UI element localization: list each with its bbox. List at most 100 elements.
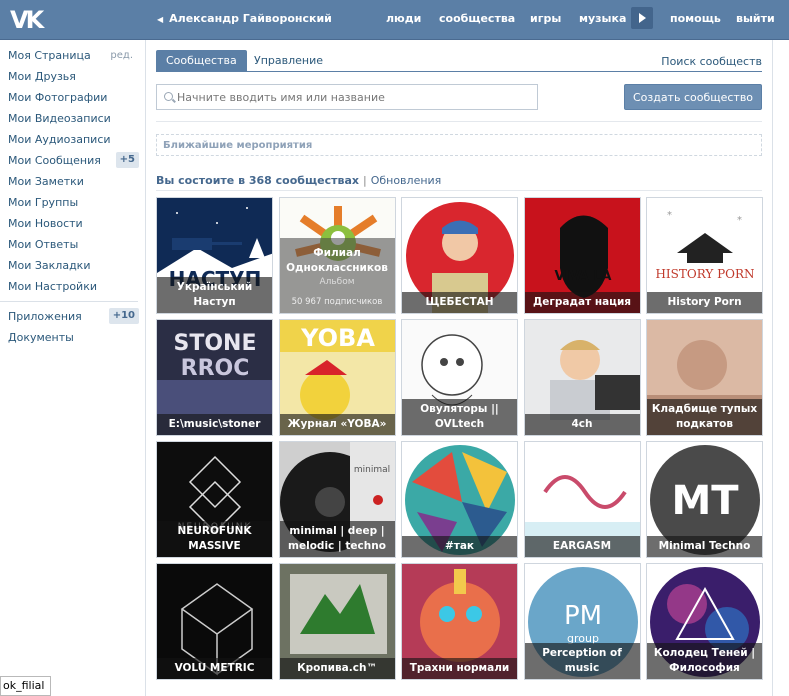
edit-link[interactable]: ред. <box>110 47 133 64</box>
group-tile[interactable]: NEUROFUNKNEUROFUNK MASSIVE <box>156 441 273 558</box>
group-tile[interactable]: Кропива.ch™ <box>278 563 396 680</box>
sidebar-item[interactable]: Мои Аудиозаписи <box>0 131 145 152</box>
sidebar-item[interactable]: Мои Видеозаписи <box>0 110 145 131</box>
sidebar-item[interactable]: Мои Сообщения +5 <box>0 152 145 173</box>
sidebar-item[interactable]: Мои Группы <box>0 194 145 215</box>
svg-text:MT: MT <box>671 478 739 524</box>
group-name: History Porn <box>647 292 762 313</box>
group-name: Кладбище тупых подкатов <box>647 399 762 435</box>
upcoming-events[interactable]: Ближайшие мероприятия <box>156 134 762 156</box>
svg-text:STONE: STONE <box>174 331 257 356</box>
sidebar-item-label: Мои Видеозаписи <box>8 112 111 125</box>
divider <box>156 190 762 191</box>
group-tile[interactable]: #так <box>401 441 518 558</box>
svg-text:RROC: RROC <box>181 356 250 381</box>
tab-manage[interactable]: Управление <box>244 50 333 72</box>
divider <box>772 40 773 696</box>
search-field[interactable] <box>156 84 538 110</box>
svg-text:minimal: minimal <box>353 465 389 475</box>
sidebar-item-label: Мои Группы <box>8 196 79 209</box>
sidebar-item-label: Мои Фотографии <box>8 91 108 104</box>
sidebar-item[interactable]: Документы <box>0 329 145 350</box>
play-icon[interactable] <box>631 7 653 29</box>
sidebar: Моя Страница ред. Мои Друзья Мои Фотографии… <box>0 47 145 350</box>
sidebar-item-label: Мои Заметки <box>8 175 84 188</box>
group-tile[interactable]: Филиал Одноклассников Альбом 50 967 подпис… <box>278 197 396 314</box>
group-tile[interactable]: EARGASM <box>523 441 641 558</box>
sidebar-item[interactable]: Мои Заметки <box>0 173 145 194</box>
group-tile[interactable]: Колодец Теней | Философия <box>646 563 763 680</box>
sidebar-item[interactable]: Мои Ответы <box>0 236 145 257</box>
sidebar-item[interactable]: Мои Друзья <box>0 68 145 89</box>
svg-text:*: * <box>667 210 672 221</box>
updates-link[interactable]: Обновления <box>371 174 442 187</box>
sidebar-item[interactable]: Приложения +10 <box>0 308 145 329</box>
group-name: #так <box>402 536 517 557</box>
group-type: Альбом <box>319 277 355 287</box>
sidebar-item-label: Приложения <box>8 310 82 323</box>
group-tile[interactable]: Кладбище тупых подкатов <box>646 319 763 436</box>
sidebar-item[interactable]: Мои Закладки <box>0 257 145 278</box>
group-name: Деградат нация <box>524 292 640 313</box>
sidebar-item-label: Мои Настройки <box>8 280 97 293</box>
groups-count-title[interactable]: Вы состоите в 368 сообществах <box>156 174 359 187</box>
group-tile[interactable]: НАСТУПУкраїнський Наступ <box>156 197 273 314</box>
group-name: ЩЕБЕСТАН <box>402 292 517 313</box>
group-tile[interactable]: VIVA LA Деградат нация <box>523 197 641 314</box>
svg-text:HISTORY PORN: HISTORY PORN <box>655 267 754 281</box>
group-name: Овуляторы || OVLtech <box>402 399 517 435</box>
separator: | <box>362 174 367 187</box>
sidebar-item-label: Мои Закладки <box>8 259 91 272</box>
group-tile[interactable]: Овуляторы || OVLtech <box>401 319 518 436</box>
group-name: Minimal Techno <box>647 536 762 557</box>
sidebar-item-label: Мои Новости <box>8 217 83 230</box>
group-name: Трахни нормали <box>402 658 517 679</box>
count-badge: +5 <box>115 152 139 168</box>
group-tile[interactable]: 4ch <box>523 319 641 436</box>
group-tile[interactable]: YOBA Журнал «YOBA» <box>278 319 396 436</box>
tab-communities[interactable]: Сообщества <box>156 50 247 72</box>
nav-communities[interactable]: сообщества <box>439 12 515 25</box>
group-name: minimal | deep | melodic | techno <box>279 521 395 557</box>
search-icon <box>164 92 173 101</box>
nav-help[interactable]: помощь <box>670 12 721 25</box>
tooltip: ok_filial <box>0 676 52 696</box>
group-tile[interactable]: ЩЕБЕСТАН <box>401 197 518 314</box>
svg-text:VIVA LA: VIVA LA <box>554 269 611 284</box>
group-name: Колодец Теней | Философия <box>647 643 762 679</box>
search-input[interactable] <box>177 89 532 105</box>
sidebar-item-label: Мои Друзья <box>8 70 76 83</box>
nav-games[interactable]: игры <box>530 12 561 25</box>
groups-header: Вы состоите в 368 сообществах | Обновления <box>156 174 441 187</box>
group-tile[interactable]: HISTORY PORN * * History Porn <box>646 197 763 314</box>
sidebar-item[interactable]: Мои Фотографии <box>0 89 145 110</box>
group-name: NEUROFUNK MASSIVE <box>157 521 272 557</box>
group-name: VOLU METRIC <box>157 658 272 679</box>
sidebar-item-label: Мои Аудиозаписи <box>8 133 111 146</box>
user-name-link[interactable]: ◀ Александр Гайворонский <box>157 12 332 25</box>
group-tile[interactable]: Трахни нормали <box>401 563 518 680</box>
search-communities-link[interactable]: Поиск сообществ <box>661 55 762 68</box>
group-tile[interactable]: STONE RROC E:\music\stoner <box>156 319 273 436</box>
count-badge: +10 <box>108 308 139 324</box>
sidebar-item[interactable]: Моя Страница ред. <box>0 47 145 68</box>
vk-logo[interactable]: VK <box>10 6 46 34</box>
sidebar-item[interactable]: Мои Настройки <box>0 278 145 299</box>
svg-text:PM: PM <box>563 601 601 631</box>
group-tile[interactable]: PM group Perception of music <box>523 563 641 680</box>
divider <box>0 301 138 302</box>
group-tile[interactable]: minimal minimal | deep | melodic | techno <box>278 441 396 558</box>
nav-people[interactable]: люди <box>386 12 421 25</box>
group-name: E:\music\stoner <box>157 414 272 435</box>
group-tile[interactable]: MT Minimal Techno <box>646 441 763 558</box>
nav-music[interactable]: музыка <box>579 12 626 25</box>
group-name: 4ch <box>524 414 640 435</box>
nav-logout[interactable]: выйти <box>736 12 775 25</box>
sidebar-item[interactable]: Мои Новости <box>0 215 145 236</box>
tile-hover-overlay: Филиал Одноклассников Альбом 50 967 подпис… <box>279 238 395 313</box>
group-tile[interactable]: VOLU METRIC <box>156 563 273 680</box>
group-name: Филиал Одноклассников <box>286 247 388 274</box>
group-name: EARGASM <box>524 536 640 557</box>
back-arrow-icon: ◀ <box>157 15 164 24</box>
create-community-button[interactable]: Создать сообщество <box>624 84 762 110</box>
